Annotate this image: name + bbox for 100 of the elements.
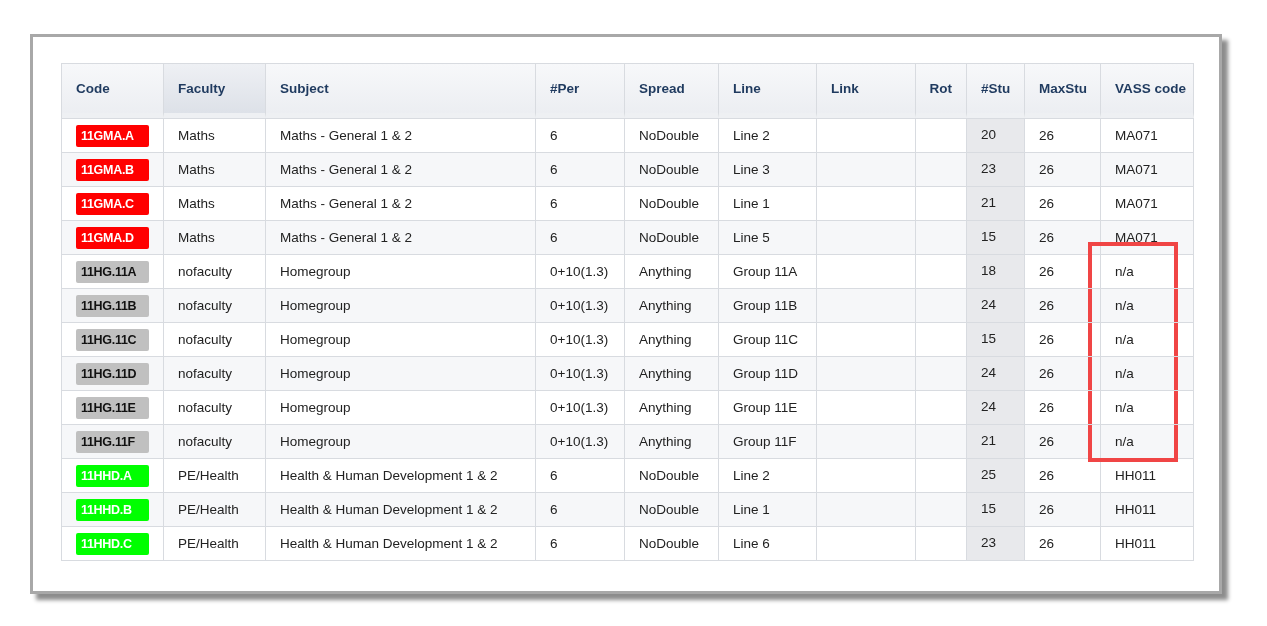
table-cell: NoDouble	[625, 526, 719, 560]
table-cell: 26	[1025, 458, 1101, 492]
code-tag: 11HG.11E	[76, 396, 149, 419]
table-cell: nofaculty	[164, 424, 266, 458]
column-header[interactable]: #Per	[536, 63, 625, 118]
table-cell: 23	[967, 152, 1025, 186]
table-cell: 6	[536, 118, 625, 152]
table-cell: 0+10(1.3)	[536, 390, 625, 424]
column-header[interactable]: Line	[719, 63, 817, 118]
table-cell: 0+10(1.3)	[536, 254, 625, 288]
code-tag: 11HG.11C	[76, 328, 149, 351]
table-cell	[916, 356, 967, 390]
table-cell: HH011	[1101, 526, 1194, 560]
table-cell: Anything	[625, 254, 719, 288]
table-cell	[916, 152, 967, 186]
table-cell: 0+10(1.3)	[536, 322, 625, 356]
table-cell: Maths - General 1 & 2	[266, 152, 536, 186]
table-cell: Group 11B	[719, 288, 817, 322]
table-cell: Maths - General 1 & 2	[266, 186, 536, 220]
table-cell	[916, 322, 967, 356]
column-header[interactable]: Faculty	[164, 63, 266, 118]
table-cell: PE/Health	[164, 526, 266, 560]
table-cell: NoDouble	[625, 186, 719, 220]
table-cell: Line 2	[719, 118, 817, 152]
table-cell: Line 6	[719, 526, 817, 560]
column-header[interactable]: Subject	[266, 63, 536, 118]
table-cell: 6	[536, 458, 625, 492]
table-cell: PE/Health	[164, 458, 266, 492]
table-cell: MA071	[1101, 152, 1194, 186]
table-cell: NoDouble	[625, 492, 719, 526]
table-cell: 26	[1025, 492, 1101, 526]
table-cell: 25	[967, 458, 1025, 492]
table-cell: 26	[1025, 254, 1101, 288]
table-cell: 15	[967, 220, 1025, 254]
table-cell	[916, 288, 967, 322]
column-header[interactable]: Rot	[916, 63, 967, 118]
column-header[interactable]: Spread	[625, 63, 719, 118]
table-cell: Group 11D	[719, 356, 817, 390]
code-tag: 11HG.11F	[76, 430, 149, 453]
column-header[interactable]: VASS code	[1101, 63, 1194, 118]
table-cell: Anything	[625, 390, 719, 424]
table-cell: Anything	[625, 356, 719, 390]
code-tag: 11HG.11A	[76, 260, 149, 283]
table-cell	[916, 186, 967, 220]
table-cell: 26	[1025, 220, 1101, 254]
code-tag: 11GMA.D	[76, 226, 149, 249]
table-cell: 26	[1025, 152, 1101, 186]
table-cell: 6	[536, 492, 625, 526]
table-cell: Homegroup	[266, 424, 536, 458]
table-cell: Line 1	[719, 186, 817, 220]
table-cell: Maths	[164, 220, 266, 254]
table-cell: 6	[536, 220, 625, 254]
table-cell: 24	[967, 390, 1025, 424]
column-header[interactable]: MaxStu	[1025, 63, 1101, 118]
table-cell: Line 5	[719, 220, 817, 254]
table-cell	[916, 492, 967, 526]
column-header[interactable]: Link	[817, 63, 916, 118]
table-cell: 26	[1025, 118, 1101, 152]
table-cell: 26	[1025, 322, 1101, 356]
table-cell: Group 11C	[719, 322, 817, 356]
table-cell: MA071	[1101, 118, 1194, 152]
table-cell: 21	[967, 186, 1025, 220]
table-cell: 20	[967, 118, 1025, 152]
column-header[interactable]: Code	[62, 63, 164, 118]
table-cell: MA071	[1101, 186, 1194, 220]
table-cell: Group 11E	[719, 390, 817, 424]
table-cell: 6	[536, 152, 625, 186]
table-cell: Homegroup	[266, 390, 536, 424]
table-cell	[916, 424, 967, 458]
code-tag: 11HG.11B	[76, 294, 149, 317]
table-cell: 26	[1025, 186, 1101, 220]
table-cell: Line 2	[719, 458, 817, 492]
table-cell: 26	[1025, 356, 1101, 390]
code-tag: 11HG.11D	[76, 362, 149, 385]
table-cell: Health & Human Development 1 & 2	[266, 492, 536, 526]
table-cell: 26	[1025, 526, 1101, 560]
table-cell: Group 11F	[719, 424, 817, 458]
table-cell: 0+10(1.3)	[536, 424, 625, 458]
table-cell: 18	[967, 254, 1025, 288]
table-cell	[916, 390, 967, 424]
table-cell: nofaculty	[164, 322, 266, 356]
code-tag: 11HHD.A	[76, 464, 149, 487]
table-cell: Group 11A	[719, 254, 817, 288]
table-cell: NoDouble	[625, 118, 719, 152]
code-tag: 11HHD.B	[76, 498, 149, 521]
table-cell: Anything	[625, 322, 719, 356]
table-cell: Homegroup	[266, 322, 536, 356]
table-cell: 6	[536, 526, 625, 560]
table-cell: Maths	[164, 186, 266, 220]
column-header[interactable]: #Stu	[967, 63, 1025, 118]
table-cell	[916, 254, 967, 288]
table-cell	[916, 220, 967, 254]
code-tag: 11HHD.C	[76, 532, 149, 555]
table-cell: 26	[1025, 424, 1101, 458]
code-tag: 11GMA.A	[76, 124, 149, 147]
table-cell	[916, 118, 967, 152]
table-cell: Maths - General 1 & 2	[266, 118, 536, 152]
table-cell: Anything	[625, 288, 719, 322]
table-cell: NoDouble	[625, 220, 719, 254]
table-cell: 21	[967, 424, 1025, 458]
